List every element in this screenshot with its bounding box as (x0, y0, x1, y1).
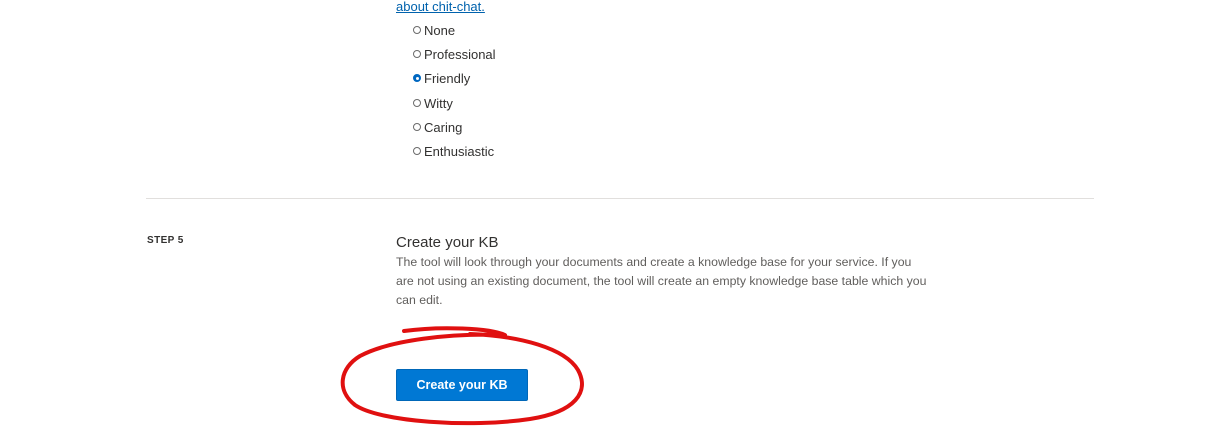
section-divider (146, 198, 1094, 199)
radio-label: Friendly (424, 71, 471, 87)
page: about chit-chat. None Professional Frien… (0, 0, 1215, 429)
section-description: The tool will look through your document… (396, 255, 927, 307)
chit-chat-link[interactable]: about chit-chat. (396, 0, 485, 14)
radio-option-caring[interactable]: Caring (413, 116, 496, 140)
red-circle-annotation (340, 326, 584, 426)
step-label: STEP 5 (147, 235, 184, 246)
radio-option-witty[interactable]: Witty (413, 92, 496, 116)
radio-option-none[interactable]: None (413, 19, 496, 43)
radio-button[interactable] (413, 26, 421, 35)
radio-option-enthusiastic[interactable]: Enthusiastic (413, 140, 496, 164)
radio-button[interactable] (413, 147, 421, 156)
radio-label: Enthusiastic (424, 144, 495, 160)
radio-option-professional[interactable]: Professional (413, 43, 496, 67)
radio-label: Caring (424, 119, 463, 135)
chit-chat-personality-group: None Professional Friendly Witty Caring … (413, 19, 496, 164)
radio-button[interactable] (413, 50, 421, 59)
radio-option-friendly[interactable]: Friendly (413, 67, 496, 91)
radio-button[interactable] (413, 98, 421, 107)
radio-label: Witty (424, 95, 453, 111)
radio-button[interactable] (413, 122, 421, 131)
radio-label: Professional (424, 47, 496, 63)
section-title: Create your KB (396, 234, 499, 251)
radio-label: None (424, 23, 456, 39)
radio-button-selected[interactable] (413, 74, 421, 83)
create-kb-button[interactable]: Create your KB (396, 369, 528, 401)
